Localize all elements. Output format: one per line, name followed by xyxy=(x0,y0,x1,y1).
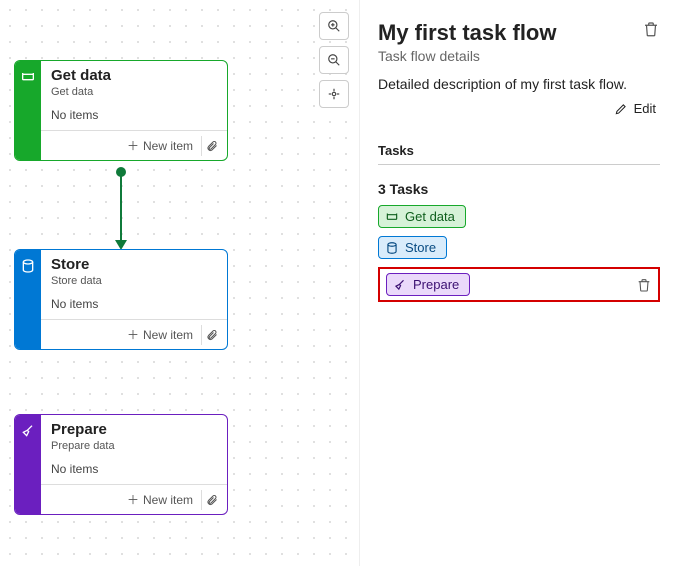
task-pill-label: Store xyxy=(405,240,436,255)
plus-icon: ＋ xyxy=(127,137,139,154)
data-source-icon xyxy=(15,61,41,160)
database-icon xyxy=(15,250,41,349)
canvas[interactable]: Get data Get data No items ＋ New item xyxy=(0,0,360,566)
zoom-out-button[interactable] xyxy=(319,46,349,74)
card-empty-text: No items xyxy=(41,98,227,130)
delete-task-button[interactable] xyxy=(636,277,652,293)
new-item-button[interactable]: ＋ New item xyxy=(123,135,197,156)
broom-icon xyxy=(393,278,407,292)
card-title: Store xyxy=(51,256,217,273)
flow-subtitle: Task flow details xyxy=(378,48,556,64)
task-card-get-data[interactable]: Get data Get data No items ＋ New item xyxy=(14,60,228,161)
task-pill-label: Get data xyxy=(405,209,455,224)
card-empty-text: No items xyxy=(41,452,227,484)
card-empty-text: No items xyxy=(41,287,227,319)
card-title: Get data xyxy=(51,67,217,84)
pencil-icon xyxy=(614,102,628,116)
connector-line xyxy=(120,170,122,242)
task-pill-store[interactable]: Store xyxy=(378,236,447,259)
task-pill-label: Prepare xyxy=(413,277,459,292)
zoom-toolbar xyxy=(319,12,349,108)
card-subtitle: Store data xyxy=(51,275,217,287)
new-item-label: New item xyxy=(143,493,193,507)
attachment-button[interactable] xyxy=(201,490,221,510)
tasks-section-label: Tasks xyxy=(378,143,660,165)
attachment-button[interactable] xyxy=(201,325,221,345)
details-panel: My first task flow Task flow details Det… xyxy=(360,0,678,566)
plus-icon: ＋ xyxy=(127,491,139,508)
edit-button[interactable]: Edit xyxy=(610,98,660,119)
plus-icon: ＋ xyxy=(127,326,139,343)
edit-label: Edit xyxy=(634,101,656,116)
new-item-label: New item xyxy=(143,328,193,342)
task-card-prepare[interactable]: Prepare Prepare data No items ＋ New item xyxy=(14,414,228,515)
data-source-icon xyxy=(385,210,399,224)
attachment-button[interactable] xyxy=(201,136,221,156)
flow-description: Detailed description of my first task fl… xyxy=(378,76,660,92)
card-subtitle: Get data xyxy=(51,86,217,98)
new-item-button[interactable]: ＋ New item xyxy=(123,324,197,345)
task-pill-prepare[interactable]: Prepare xyxy=(386,273,470,296)
tasks-count: 3 Tasks xyxy=(378,181,660,197)
task-card-store[interactable]: Store Store data No items ＋ New item xyxy=(14,249,228,350)
new-item-label: New item xyxy=(143,139,193,153)
card-title: Prepare xyxy=(51,421,217,438)
task-pill-get-data[interactable]: Get data xyxy=(378,205,466,228)
flow-title: My first task flow xyxy=(378,20,556,46)
zoom-fit-button[interactable] xyxy=(319,80,349,108)
zoom-in-button[interactable] xyxy=(319,12,349,40)
selected-task-row: Prepare xyxy=(378,267,660,302)
delete-flow-button[interactable] xyxy=(642,20,660,38)
broom-icon xyxy=(15,415,41,514)
new-item-button[interactable]: ＋ New item xyxy=(123,489,197,510)
card-subtitle: Prepare data xyxy=(51,440,217,452)
database-icon xyxy=(385,241,399,255)
